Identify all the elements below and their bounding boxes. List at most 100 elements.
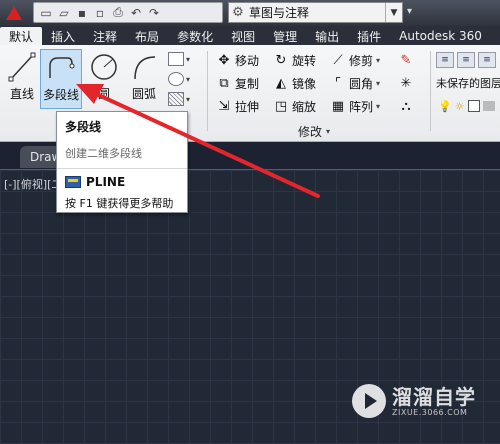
chevron-down-icon: ▾: [186, 54, 191, 64]
line-button[interactable]: 直线: [2, 49, 42, 109]
tab-annotate[interactable]: 注释: [84, 27, 126, 45]
array-icon: ▦: [331, 98, 345, 114]
scale-icon: ◳: [274, 98, 288, 114]
tab-home[interactable]: 默认: [0, 27, 43, 45]
layer-color-icon: [467, 100, 480, 112]
rotate-icon: ↻: [275, 52, 287, 68]
erase-icon: ✎: [400, 53, 412, 68]
copy-icon: ⧉: [219, 75, 229, 91]
play-logo-icon: [352, 384, 386, 418]
chevron-down-icon: ▾: [326, 126, 331, 136]
copy-label: 复制: [235, 76, 260, 91]
tooltip-command: PLINE: [65, 175, 179, 189]
watermark-url: ZIXUE.3066.COM: [392, 407, 468, 417]
panel-divider: [207, 51, 208, 131]
watermark-text: 溜溜自学 ZIXUE.3066.COM: [392, 386, 476, 417]
sun-icon: ☼: [454, 99, 465, 113]
watermark-name: 溜溜自学: [392, 384, 476, 409]
application-menu-button[interactable]: [0, 0, 28, 26]
stretch-icon: ⇲: [218, 98, 230, 114]
gear-icon: ⚙: [232, 5, 244, 20]
fillet-label: 圆角: [349, 76, 374, 91]
explode-button[interactable]: ✳: [398, 72, 414, 95]
tooltip-divider: [57, 168, 187, 169]
mirror-label: 镜像: [292, 76, 317, 91]
tab-output[interactable]: 输出: [306, 27, 348, 45]
layer-match-icon[interactable]: ≡: [457, 52, 475, 68]
stretch-label: 拉伸: [235, 99, 260, 114]
modify-panel-title[interactable]: 修改 ▾: [298, 123, 330, 139]
hatch-button[interactable]: ▾: [168, 89, 190, 109]
undo-icon[interactable]: ↶: [128, 5, 144, 21]
mirror-icon: ◭: [276, 75, 286, 91]
mirror-button[interactable]: ◭ 镜像: [273, 72, 316, 94]
lightbulb-icon: 💡: [438, 99, 452, 113]
line-label: 直线: [9, 87, 34, 101]
chevron-down-icon: ▾: [186, 94, 191, 104]
layer-iso-icon[interactable]: ≡: [478, 52, 496, 68]
chevron-down-icon: ▾: [186, 74, 191, 84]
ellipse-icon: [168, 72, 184, 86]
tab-parametric[interactable]: 参数化: [168, 27, 222, 45]
offset-icon: ⛬: [401, 99, 411, 114]
tooltip-description: 创建二维多段线: [65, 147, 142, 160]
rectangle-button[interactable]: ▾: [168, 49, 190, 69]
layer-state-dropdown[interactable]: 未保存的图层: [436, 73, 500, 93]
tab-view[interactable]: 视图: [222, 27, 264, 45]
rectangle-icon: [168, 52, 184, 66]
circle-icon: [91, 54, 117, 80]
erase-button[interactable]: ✎: [398, 49, 414, 72]
rotate-label: 旋转: [292, 53, 317, 68]
trim-icon: ⟋: [333, 52, 343, 68]
array-button[interactable]: ▦ 阵列 ▾: [330, 95, 380, 117]
watermark: 溜溜自学 ZIXUE.3066.COM: [352, 380, 497, 422]
scale-button[interactable]: ◳ 缩放: [273, 95, 316, 117]
tab-insert[interactable]: 插入: [42, 27, 84, 45]
tab-layout[interactable]: 布局: [126, 27, 168, 45]
save-icon[interactable]: ▪: [74, 5, 90, 21]
layer-combo[interactable]: 💡 ☼: [438, 96, 495, 116]
scale-label: 缩放: [292, 99, 317, 114]
arc-button[interactable]: 圆弧: [124, 49, 164, 109]
save-as-icon[interactable]: ▫: [92, 5, 108, 21]
arc-icon: [134, 56, 156, 80]
open-icon[interactable]: ▱: [56, 5, 72, 21]
workspace-label: 草图与注释: [249, 6, 310, 20]
copy-button[interactable]: ⧉ 复制: [216, 72, 259, 94]
explode-icon: ✳: [400, 76, 412, 91]
modify-small-tools: ✎ ✳ ⛬: [398, 49, 414, 118]
polyline-button[interactable]: 多段线: [40, 49, 82, 109]
layer-state-label: 未保存的图层: [436, 77, 500, 90]
print-icon[interactable]: ⎙: [110, 5, 126, 21]
tab-plugins[interactable]: 插件: [348, 27, 390, 45]
new-icon[interactable]: ▭: [38, 5, 54, 21]
stretch-button[interactable]: ⇲ 拉伸: [216, 95, 259, 117]
layer-tools-row: ≡ ≡ ≡: [436, 50, 496, 70]
tooltip-title: 多段线: [65, 120, 102, 134]
circle-label: 圆: [97, 87, 110, 101]
line-icon: [8, 52, 36, 82]
viewport-controls[interactable]: [-][俯视][二: [4, 176, 62, 192]
autocad-logo-icon: [6, 6, 22, 20]
fillet-icon: ⌜: [334, 75, 342, 91]
tab-autodesk-360[interactable]: Autodesk 360: [390, 27, 491, 45]
move-button[interactable]: ✥ 移动: [216, 49, 259, 71]
rotate-button[interactable]: ↻ 旋转: [273, 49, 316, 71]
trim-button[interactable]: ⟋ 修剪 ▾: [330, 49, 380, 71]
offset-button[interactable]: ⛬: [398, 95, 414, 118]
chevron-down-icon: ▾: [376, 101, 381, 111]
draw-small-tools: ▾ ▾ ▾: [168, 49, 190, 109]
fillet-button[interactable]: ⌜ 圆角 ▾: [330, 72, 380, 94]
redo-icon[interactable]: ↷: [146, 5, 162, 21]
customize-qat-icon[interactable]: ▾: [407, 6, 419, 20]
trim-label: 修剪: [349, 53, 374, 68]
circle-button[interactable]: 圆: [84, 49, 124, 109]
ribbon-tabs: 默认 插入 注释 布局 参数化 视图 管理 输出 插件 Autodesk 360: [0, 26, 500, 45]
tab-manage[interactable]: 管理: [264, 27, 306, 45]
ellipse-button[interactable]: ▾: [168, 69, 190, 89]
chevron-down-icon: ▾: [376, 78, 381, 88]
tooltip-help: 按 F1 键获得更多帮助: [65, 197, 174, 210]
layer-properties-icon[interactable]: ≡: [436, 52, 454, 68]
chevron-down-icon: ▾: [376, 55, 381, 65]
workspace-dropdown[interactable]: ⚙ 草图与注释 ▼: [228, 2, 403, 23]
